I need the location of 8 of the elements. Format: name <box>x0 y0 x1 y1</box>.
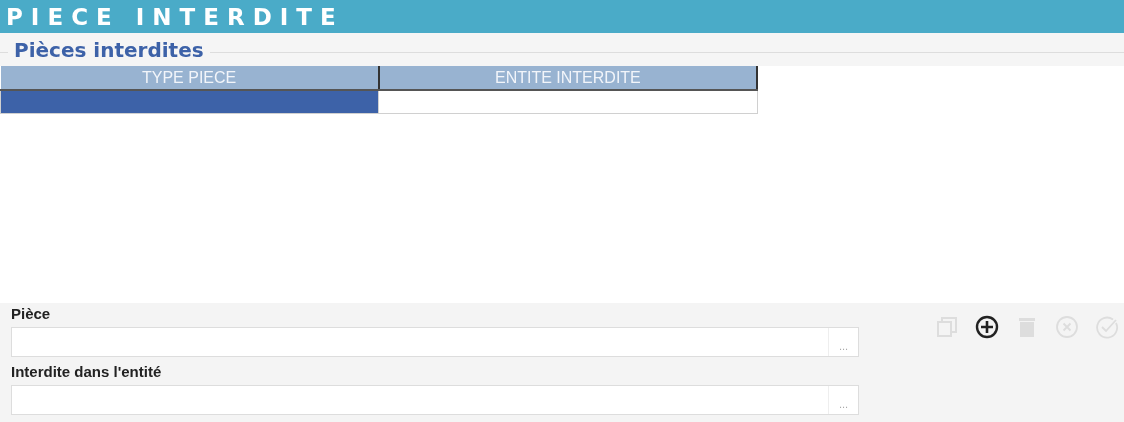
section-title: Pièces interdites <box>14 37 204 62</box>
input-field[interactable]: ... <box>11 327 859 357</box>
field-label: Pièce <box>11 305 52 324</box>
input-field[interactable]: ... <box>11 385 859 415</box>
column-header[interactable]: ENTITE INTERDITE <box>378 66 757 90</box>
column-header[interactable]: TYPE PIECE <box>0 66 379 90</box>
window-title: PIECE INTERDITE <box>6 3 344 30</box>
field-label: Interdite dans l'entité <box>11 363 163 382</box>
